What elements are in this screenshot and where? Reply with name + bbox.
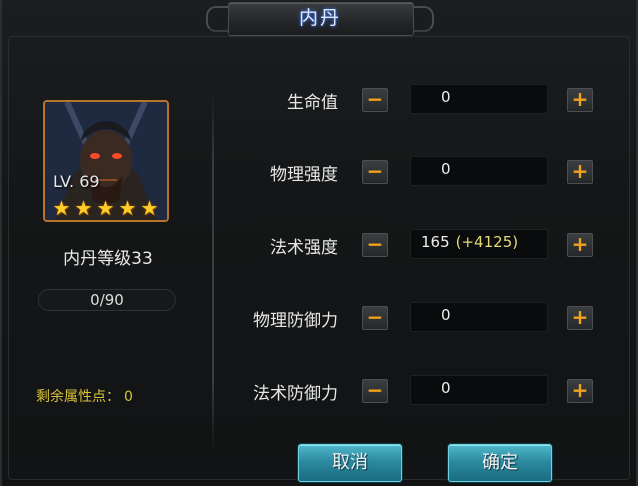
star-icon: ★ bbox=[74, 196, 93, 220]
decrease-magic-defense-button[interactable]: − bbox=[362, 379, 388, 403]
star-icon: ★ bbox=[96, 196, 115, 220]
increase-physical-power-button[interactable]: + bbox=[567, 160, 593, 184]
magic-power-value-field: 165 (+4125) bbox=[410, 229, 548, 259]
increase-magic-power-button[interactable]: + bbox=[567, 233, 593, 257]
magic-power-bonus: (+4125) bbox=[455, 233, 519, 251]
hp-value-field: 0 bbox=[410, 84, 548, 114]
magic-power-value-wrap: 165 (+4125) bbox=[421, 233, 518, 251]
exp-progress-text: 0/90 bbox=[90, 291, 124, 309]
exp-progress-bar: 0/90 bbox=[38, 289, 176, 311]
magic-defense-value-field: 0 bbox=[410, 375, 548, 405]
star-rating: ★ ★ ★ ★ ★ bbox=[51, 198, 160, 219]
increase-physical-defense-button[interactable]: + bbox=[567, 306, 593, 330]
hero-level: LV. 69 bbox=[53, 172, 100, 191]
star-icon: ★ bbox=[118, 196, 137, 220]
stat-label-physical-power: 物理强度 bbox=[270, 165, 338, 185]
decrease-magic-power-button[interactable]: − bbox=[362, 233, 388, 257]
decrease-physical-power-button[interactable]: − bbox=[362, 160, 388, 184]
remaining-points-label: 剩余属性点： bbox=[36, 389, 120, 405]
hp-value: 0 bbox=[441, 88, 451, 106]
physical-defense-value-field: 0 bbox=[410, 302, 548, 332]
physical-defense-value: 0 bbox=[441, 306, 451, 324]
stat-label-physical-defense: 物理防御力 bbox=[253, 311, 338, 331]
star-icon: ★ bbox=[140, 196, 159, 220]
cancel-button[interactable]: 取消 bbox=[298, 444, 402, 482]
decrease-hp-button[interactable]: − bbox=[362, 88, 388, 112]
stat-label-magic-defense: 法术防御力 bbox=[253, 384, 338, 404]
confirm-button[interactable]: 确定 bbox=[448, 444, 552, 482]
physical-power-value: 0 bbox=[441, 160, 451, 178]
physical-power-value-field: 0 bbox=[410, 156, 548, 186]
remaining-points: 剩余属性点： 0 bbox=[36, 386, 133, 406]
stat-label-hp: 生命值 bbox=[287, 93, 338, 113]
hero-portrait: LV. 69 ★ ★ ★ ★ ★ bbox=[43, 100, 169, 222]
increase-hp-button[interactable]: + bbox=[567, 88, 593, 112]
stat-label-magic-power: 法术强度 bbox=[270, 238, 338, 258]
panel-divider bbox=[212, 92, 214, 452]
decrease-physical-defense-button[interactable]: − bbox=[362, 306, 388, 330]
remaining-points-value: 0 bbox=[124, 389, 133, 405]
dialog-title: 内丹 bbox=[298, 7, 341, 29]
increase-magic-defense-button[interactable]: + bbox=[567, 379, 593, 403]
title-bar: 内丹 bbox=[206, 0, 434, 40]
dan-level-label: 内丹等级33 bbox=[63, 249, 153, 269]
star-icon: ★ bbox=[52, 196, 71, 220]
magic-defense-value: 0 bbox=[441, 379, 451, 397]
magic-power-value: 165 bbox=[421, 233, 450, 251]
